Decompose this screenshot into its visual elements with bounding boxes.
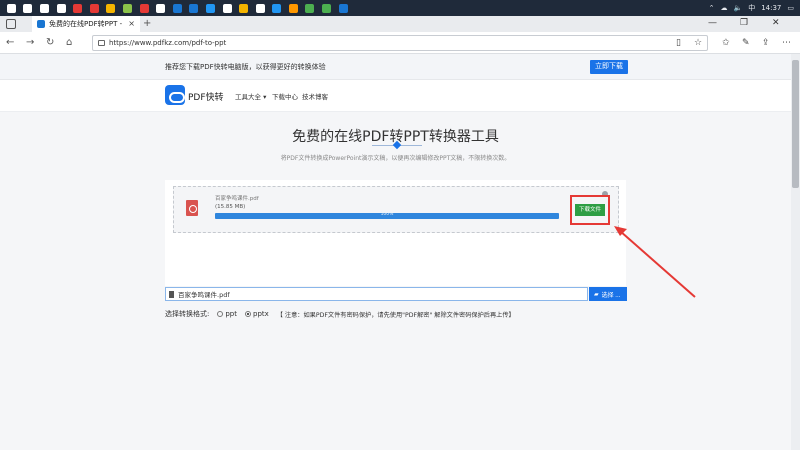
taskbar: ⌃ ☁ 🔈 中 14:37 ▭ xyxy=(0,0,800,16)
scroll-thumb[interactable] xyxy=(792,60,799,188)
favorites-icon[interactable]: ✩ xyxy=(722,38,730,48)
system-tray: ⌃ ☁ 🔈 中 14:37 ▭ xyxy=(709,0,794,16)
site-header: PDF快转 工具大全 ▾ 下载中心 技术博客 xyxy=(0,80,791,112)
notes-icon[interactable]: ✎ xyxy=(742,38,750,48)
app-icon-2[interactable] xyxy=(89,3,99,13)
app-icon-8[interactable] xyxy=(189,3,199,13)
logo-cloud-icon[interactable] xyxy=(165,85,185,105)
nav-tools[interactable]: 工具大全 ▾ xyxy=(235,91,266,101)
favorite-star-icon[interactable]: ☆ xyxy=(694,38,702,48)
window-close-icon[interactable]: ✕ xyxy=(772,18,780,28)
download-app-button[interactable]: 立即下载 xyxy=(590,60,628,74)
share-icon[interactable]: ⇪ xyxy=(762,38,770,48)
folder-icon: ▰ xyxy=(594,291,599,298)
tab-strip: 免费的在线PDF转PPT - × + — ❐ ✕ xyxy=(0,16,800,32)
tab-close-icon[interactable]: × xyxy=(128,19,135,28)
choose-button-label: 选择 ... xyxy=(601,292,621,299)
app-icon-15[interactable] xyxy=(338,3,348,13)
password-notice: 【 注意：如果PDF文件有密码保护，请先使用"PDF解密" 解除文件密码保护后再… xyxy=(276,311,515,319)
radio-pptx[interactable] xyxy=(245,311,251,317)
url-input[interactable]: https://www.pdfkz.com/pdf-to-ppt xyxy=(92,35,708,51)
forward-icon[interactable]: → xyxy=(26,37,34,48)
radio-ppt[interactable] xyxy=(217,311,224,317)
tab-pdf-to-ppt[interactable]: 免费的在线PDF转PPT - × xyxy=(32,16,140,32)
brand-name[interactable]: PDF快转 xyxy=(188,90,224,103)
cortana-icon[interactable] xyxy=(39,3,49,13)
app-icon-5[interactable] xyxy=(139,3,149,13)
radio-pptx-label[interactable]: pptx xyxy=(253,310,269,318)
app-icon-9[interactable] xyxy=(205,3,215,13)
chevron-up-icon[interactable]: ⌃ xyxy=(709,4,715,12)
radio-ppt-label[interactable]: ppt xyxy=(225,310,237,318)
maximize-icon[interactable]: ❐ xyxy=(740,18,748,28)
arrow-line xyxy=(619,230,696,298)
app-icon-7[interactable] xyxy=(172,3,182,13)
promo-bar: 推荐您下载PDF快转电脑版，以获得更好的转换体验 立即下载 xyxy=(0,54,791,80)
start-icon[interactable] xyxy=(6,3,16,13)
file-path-input[interactable]: 百家争鸣课件.pdf xyxy=(165,287,588,301)
app-icon-6[interactable] xyxy=(156,3,166,13)
search-icon[interactable] xyxy=(23,3,33,13)
tab-title: 免费的在线PDF转PPT - xyxy=(49,20,123,28)
nav-tech-blog[interactable]: 技术博客 xyxy=(302,91,328,101)
format-selector: 选择转换格式: ppt pptx 【 注意：如果PDF文件有密码保护，请先使用"… xyxy=(165,309,515,319)
page-subtitle: 将PDF文件转换成PowerPoint演示文稿，以便再次编辑修改PPT文稿，不限… xyxy=(280,155,511,162)
progress-label: 100% xyxy=(380,212,394,217)
download-file-button[interactable]: 下载文件 xyxy=(575,204,605,216)
notification-icon[interactable]: ▭ xyxy=(787,4,794,12)
network-icon[interactable]: ☁ xyxy=(720,4,727,12)
url-text: https://www.pdfkz.com/pdf-to-ppt xyxy=(109,39,227,47)
taskbar-icons xyxy=(0,3,351,13)
nav-download-center[interactable]: 下载中心 xyxy=(272,91,298,101)
new-tab-button[interactable]: + xyxy=(143,18,151,29)
format-label: 选择转换格式: xyxy=(165,310,210,318)
chrome-icon[interactable] xyxy=(239,3,249,13)
file-icon xyxy=(169,291,174,298)
pdf-file-icon xyxy=(186,200,198,216)
app-icon-11[interactable] xyxy=(255,3,265,13)
more-icon[interactable]: ⋯ xyxy=(782,38,791,48)
wechat-icon[interactable] xyxy=(305,3,315,13)
minimize-icon[interactable]: — xyxy=(708,18,717,28)
file-size: (15.85 MB) xyxy=(215,204,246,210)
volume-icon[interactable]: 🔈 xyxy=(733,4,742,12)
app-icon-3[interactable] xyxy=(106,3,116,13)
file-path-value: 百家争鸣课件.pdf xyxy=(178,291,230,299)
tab-actions-icon[interactable] xyxy=(6,19,16,29)
screen: ⌃ ☁ 🔈 中 14:37 ▭ 免费的在线PDF转PPT - × + — ❐ ✕… xyxy=(0,0,800,450)
choose-file-button[interactable]: ▰ 选择 ... xyxy=(589,287,627,301)
task-view-icon[interactable] xyxy=(56,3,66,13)
progress-bar: 100% xyxy=(215,212,559,219)
app-icon-4[interactable] xyxy=(122,3,132,13)
home-icon[interactable]: ⌂ xyxy=(66,37,72,48)
promo-text: 推荐您下载PDF快转电脑版，以获得更好的转换体验 xyxy=(165,63,326,71)
app-icon-14[interactable] xyxy=(322,3,332,13)
app-icon-10[interactable] xyxy=(222,3,232,13)
app-icon-12[interactable] xyxy=(272,3,282,13)
back-icon[interactable]: ← xyxy=(6,37,14,48)
app-icon-13[interactable] xyxy=(288,3,298,13)
app-icon-1[interactable] xyxy=(73,3,83,13)
address-bar: ← → ↻ ⌂ https://www.pdfkz.com/pdf-to-ppt… xyxy=(0,32,800,54)
reading-view-icon[interactable]: ▯ xyxy=(676,38,681,48)
site-favicon-icon xyxy=(37,20,45,28)
lock-icon[interactable] xyxy=(98,40,105,46)
ime-indicator[interactable]: 中 xyxy=(748,3,755,13)
file-name: 百家争鸣课件.pdf xyxy=(215,196,259,202)
clock[interactable]: 14:37 xyxy=(761,4,781,12)
page-scrollbar[interactable] xyxy=(791,54,800,450)
refresh-icon[interactable]: ↻ xyxy=(46,37,54,48)
